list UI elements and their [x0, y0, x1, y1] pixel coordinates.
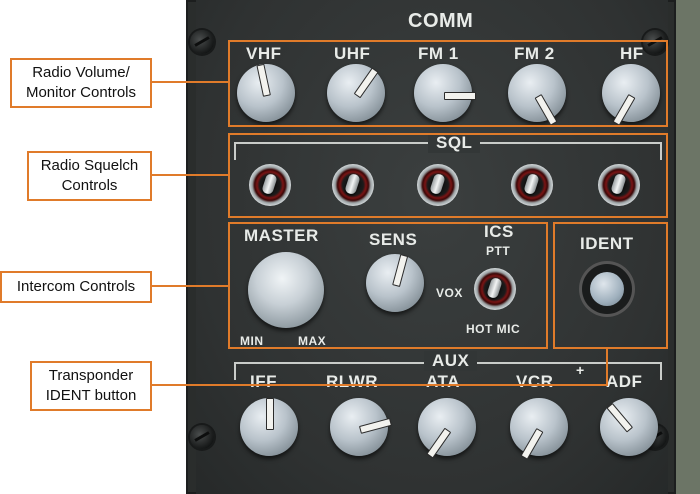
volume-callout-label: Radio Volume/ Monitor Controls [10, 58, 152, 108]
adf-label: ADF [606, 372, 643, 391]
ident-callout-frame [553, 222, 668, 349]
squelch-callout-label: Radio Squelch Controls [27, 151, 152, 201]
squelch-connector [150, 174, 228, 176]
vcr-label: VCR [516, 372, 554, 391]
iff-label: IFF [250, 372, 277, 391]
vcr-volume-knob[interactable] [510, 398, 568, 460]
plus-mark-icon: + [576, 362, 585, 378]
screw-icon [190, 30, 214, 54]
volume-connector [150, 81, 228, 83]
intercom-callout-label: Intercom Controls [0, 271, 152, 303]
ident-connector-vertical [606, 349, 608, 386]
aux-label: AUX [424, 351, 478, 371]
intercom-connector [150, 285, 228, 287]
ident-callout-label: Transponder IDENT button [30, 361, 152, 411]
rlwr-volume-knob[interactable] [330, 398, 392, 456]
intercom-callout-frame [228, 222, 548, 349]
iff-volume-knob[interactable] [240, 398, 298, 456]
squelch-callout-frame [228, 133, 668, 218]
ata-volume-knob[interactable] [418, 398, 476, 459]
rlwr-label: RLWR [326, 372, 379, 391]
ident-connector-horizontal [150, 384, 608, 386]
adf-volume-knob[interactable] [600, 398, 658, 456]
panel-title: COMM [408, 10, 474, 32]
volume-callout-frame [228, 40, 668, 127]
ata-label: ATA [426, 372, 460, 391]
screw-icon [190, 425, 214, 449]
